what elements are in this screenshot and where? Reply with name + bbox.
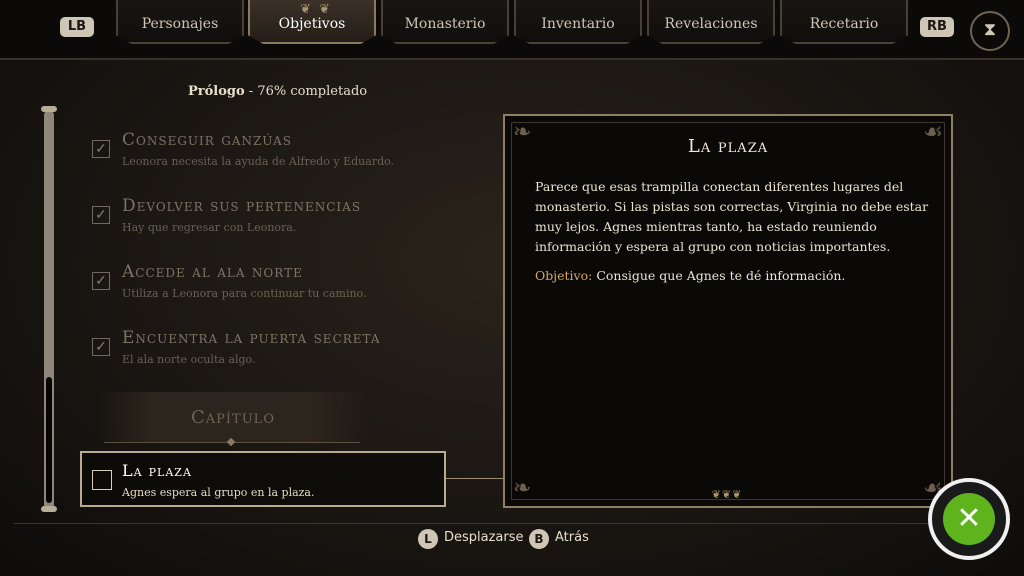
checkbox-checked-icon: ✓ bbox=[92, 338, 110, 356]
objective-detail-panel: ❧ ☙ ❧ ☙ La plaza Parece que esas trampil… bbox=[503, 114, 953, 508]
objective-title: Encuentra la puerta secreta bbox=[122, 328, 381, 348]
checkbox-checked-icon: ✓ bbox=[92, 206, 110, 224]
objective-desc: Utiliza a Leonora para continuar tu cami… bbox=[122, 287, 367, 300]
corner-ornament-icon: ❧ bbox=[513, 476, 532, 501]
active-tab-ornament: ❦ ❦ bbox=[300, 2, 332, 17]
frame-divider bbox=[14, 523, 1010, 524]
scrollbar-cap-bottom bbox=[41, 506, 57, 512]
top-divider bbox=[0, 58, 1024, 60]
selected-objective-title: La plaza bbox=[122, 461, 192, 480]
objective-desc: El ala norte oculta algo. bbox=[122, 353, 256, 366]
tab-monasterio[interactable]: Monasterio bbox=[381, 0, 509, 44]
objective-title: Accede al ala norte bbox=[122, 262, 303, 282]
chapter-progress: Prólogo - 76% completado bbox=[188, 84, 367, 99]
b-button-icon[interactable]: B bbox=[529, 529, 549, 549]
rb-button[interactable]: RB bbox=[920, 17, 954, 37]
tab-inventario[interactable]: Inventario bbox=[514, 0, 642, 44]
chapter-header: Capítulo bbox=[98, 392, 368, 442]
objective-desc: Leonora necesita la ayuda de Alfredo y E… bbox=[122, 155, 395, 168]
tab-revelaciones[interactable]: Revelaciones bbox=[647, 0, 775, 44]
selected-objective-desc: Agnes espera al grupo en la plaza. bbox=[122, 486, 315, 499]
back-hint[interactable]: Atrás bbox=[555, 530, 589, 545]
checkbox-empty-icon bbox=[92, 470, 112, 490]
selection-connector bbox=[446, 478, 506, 479]
detail-objective-label: Objetivo: bbox=[535, 268, 593, 283]
detail-objective-text: Consigue que Agnes te dé información. bbox=[592, 268, 846, 283]
scroll-hint: Desplazarse bbox=[444, 530, 524, 545]
progress-separator: - bbox=[244, 84, 258, 99]
objective-title: Devolver sus pertenencias bbox=[122, 196, 362, 216]
panel-bottom-ornament: ❦❦❦ bbox=[711, 488, 743, 501]
left-stick-icon: L bbox=[418, 529, 438, 549]
tab-recetario[interactable]: Recetario bbox=[780, 0, 908, 44]
lb-button[interactable]: LB bbox=[60, 17, 94, 37]
tab-personajes[interactable]: Personajes bbox=[116, 0, 244, 44]
objective-desc: Hay que regresar con Leonora. bbox=[122, 221, 297, 234]
detail-body: Parece que esas trampilla conectan difer… bbox=[535, 179, 929, 254]
progress-chapter: Prólogo bbox=[188, 84, 245, 99]
progress-text: 76% completado bbox=[257, 84, 368, 99]
checkbox-checked-icon: ✓ bbox=[92, 140, 110, 158]
hourglass-icon[interactable]: ⧗ bbox=[970, 11, 1010, 51]
objectives-scrollbar[interactable] bbox=[44, 110, 54, 510]
detail-objective: Objetivo: Consigue que Agnes te dé infor… bbox=[535, 268, 935, 283]
objective-title: Conseguir ganzúas bbox=[122, 130, 292, 150]
selected-objective[interactable]: La plaza Agnes espera al grupo en la pla… bbox=[80, 451, 446, 507]
scrollbar-thumb[interactable] bbox=[46, 377, 52, 503]
xbox-icon: ✕ bbox=[943, 493, 995, 545]
checkbox-checked-icon: ✓ bbox=[92, 272, 110, 290]
xbox-logo: ✕ bbox=[928, 478, 1010, 560]
scrollbar-cap-top bbox=[41, 106, 57, 112]
detail-title: La plaza bbox=[687, 136, 769, 157]
